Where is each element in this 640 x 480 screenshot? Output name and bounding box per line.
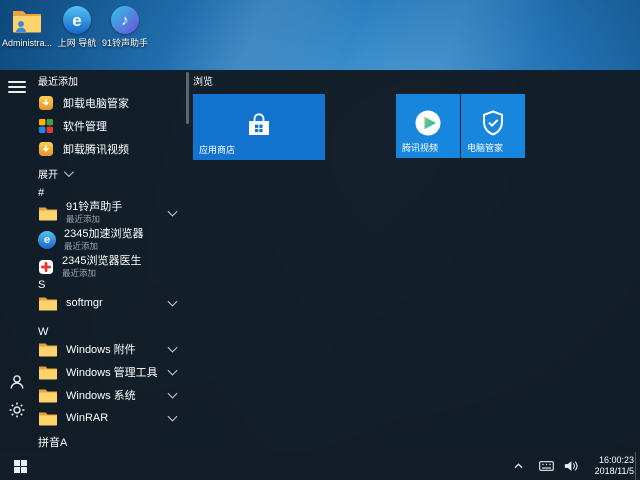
expand-toggle[interactable]: 展开 <box>38 166 71 181</box>
chevron-down-icon[interactable] <box>168 412 178 422</box>
desktop-icon-web-nav[interactable]: e 上网 导航 <box>52 4 102 48</box>
desktop-icon-label: 上网 导航 <box>58 38 97 48</box>
show-desktop-button[interactable] <box>635 452 640 480</box>
browser-doctor-icon <box>38 259 54 275</box>
taskbar-clock[interactable]: 16:00:23 2018/11/5 <box>595 455 634 477</box>
store-icon <box>244 111 274 138</box>
chevron-down-icon[interactable] <box>168 343 178 353</box>
play-icon <box>412 107 444 139</box>
app-label: WinRAR <box>66 412 108 424</box>
tile-label: 应用商店 <box>199 143 235 156</box>
browser-e-icon: e <box>38 231 56 249</box>
app-sublabel: 最近添加 <box>64 241 143 252</box>
app-label: 91铃声助手 <box>66 202 122 213</box>
letter-jump-w[interactable]: W <box>38 326 48 338</box>
tray-overflow-chevron-icon[interactable] <box>508 452 528 480</box>
recent-section-header: 最近添加 <box>38 73 78 88</box>
recent-item[interactable]: 卸载电脑管家 <box>38 92 186 114</box>
app-item-softmgr[interactable]: softmgr <box>38 292 186 314</box>
software-manager-icon <box>38 118 54 134</box>
chevron-down-icon[interactable] <box>168 389 178 399</box>
chevron-down-icon[interactable] <box>168 366 178 376</box>
app-sublabel: 最近添加 <box>66 214 122 225</box>
chevron-down-icon[interactable] <box>168 297 178 307</box>
app-sublabel: 最近添加 <box>62 268 141 279</box>
app-list: 最近添加 卸载电脑管家 软件管理 <box>36 70 188 452</box>
user-avatar-icon[interactable] <box>8 373 26 391</box>
app-label: Windows 系统 <box>66 387 136 403</box>
letter-jump-s[interactable]: S <box>38 279 45 291</box>
app-label: Windows 附件 <box>66 341 136 357</box>
folder-icon <box>38 364 58 380</box>
user-folder-icon <box>11 4 43 36</box>
start-menu: 最近添加 卸载电脑管家 软件管理 <box>0 70 640 452</box>
app-item-91-ringtone-folder[interactable]: 91铃声助手 最近添加 <box>38 200 186 226</box>
start-button[interactable] <box>0 452 40 480</box>
app-item-2345-browser[interactable]: e 2345加速浏览器 最近添加 <box>38 227 186 253</box>
tile-group-label[interactable]: 浏览 <box>193 73 213 88</box>
tile-tencent-video[interactable]: 腾讯视频 <box>396 94 460 158</box>
app-item-2345-doctor[interactable]: 2345浏览器医生 最近添加 <box>38 254 186 280</box>
app-label: 2345加速浏览器 <box>64 229 143 240</box>
recent-item[interactable]: 软件管理 <box>38 115 186 137</box>
tile-area: 浏览 应用商店 腾讯视频 <box>193 70 640 452</box>
desktop-screen: Administra... e 上网 导航 ♪ 91铃声助手 <box>0 0 640 480</box>
app-item-winrar[interactable]: WinRAR <box>38 407 186 429</box>
uninstall-icon <box>38 95 54 111</box>
tile-app-store[interactable]: 应用商店 <box>193 94 325 160</box>
desktop-icon-label: Administra... <box>2 38 52 48</box>
letter-jump-pinyin-a[interactable]: 拼音A <box>38 434 67 450</box>
taskbar: 16:00:23 2018/11/5 <box>0 452 640 480</box>
volume-icon[interactable] <box>560 452 580 480</box>
app-label: 卸载电脑管家 <box>63 95 129 111</box>
recent-item[interactable]: 卸载腾讯视频 <box>38 138 186 160</box>
settings-gear-icon[interactable] <box>8 401 26 419</box>
tile-label: 腾讯视频 <box>402 141 438 154</box>
app-label: 软件管理 <box>63 118 107 134</box>
folder-icon <box>38 341 58 357</box>
desktop-icon-administrator[interactable]: Administra... <box>2 4 52 48</box>
app-label: softmgr <box>66 297 103 309</box>
shield-icon <box>479 109 507 137</box>
app-label: 卸载腾讯视频 <box>63 141 129 157</box>
desktop-icon-label: 91铃声助手 <box>102 38 148 48</box>
input-keyboard-icon[interactable] <box>536 452 556 480</box>
desktop-icon-91-ringtone[interactable]: ♪ 91铃声助手 <box>100 4 150 48</box>
chevron-down-icon <box>64 167 74 177</box>
app-item-windows-system[interactable]: Windows 系统 <box>38 384 186 406</box>
folder-icon <box>38 295 58 311</box>
folder-icon <box>38 205 58 221</box>
folder-icon <box>38 410 58 426</box>
clock-date: 2018/11/5 <box>595 466 634 477</box>
clock-time: 16:00:23 <box>595 455 634 466</box>
uninstall-icon <box>38 141 54 157</box>
tile-label: 电脑管家 <box>467 141 503 154</box>
hamburger-menu-icon[interactable] <box>8 78 26 96</box>
browser-e-icon: e <box>61 4 93 36</box>
app-item-windows-admin-tools[interactable]: Windows 管理工具 <box>38 361 186 383</box>
app-label: 2345浏览器医生 <box>62 256 141 267</box>
app-label: Windows 管理工具 <box>66 364 158 380</box>
folder-icon <box>38 387 58 403</box>
letter-jump-hash[interactable]: # <box>38 187 44 199</box>
tile-pc-manager[interactable]: 电脑管家 <box>461 94 525 158</box>
app-item-windows-accessories[interactable]: Windows 附件 <box>38 338 186 360</box>
windows-logo-icon <box>14 460 27 473</box>
ringtone-icon: ♪ <box>109 4 141 36</box>
chevron-down-icon[interactable] <box>168 207 178 217</box>
